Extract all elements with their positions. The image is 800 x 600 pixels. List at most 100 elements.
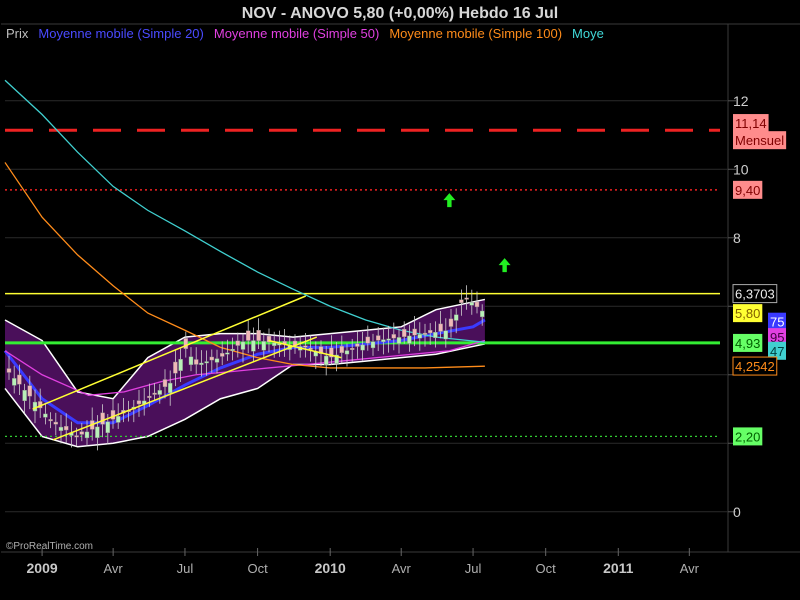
x-tick-label: 2009 [27, 560, 58, 576]
x-tick-label: Avr [680, 561, 700, 576]
candle-body [22, 390, 27, 402]
candle-body [474, 301, 480, 308]
candle-body [454, 314, 459, 321]
candle-body [105, 421, 111, 433]
candle-body [245, 330, 251, 341]
price-label-text: Mensuel [735, 133, 784, 148]
candle-body [428, 330, 433, 334]
candle-body [183, 338, 189, 349]
candle-body [58, 426, 64, 431]
candle-body [360, 344, 365, 351]
legend-item: Moye [572, 26, 604, 41]
price-label-text: 47 [770, 344, 784, 359]
y-tick-label: 8 [733, 230, 741, 246]
candle-body [308, 347, 313, 350]
legend-item: Prix [6, 26, 29, 41]
price-label-text: 4,2542 [735, 359, 775, 374]
candle-body [53, 421, 58, 425]
chart-svg: NOV - ANOVO 5,80 (+0,00%) Hebdo 16 Jul P… [0, 0, 800, 600]
candle-body [219, 353, 225, 357]
candle-body [230, 348, 235, 351]
candle-body [381, 339, 386, 343]
candle-body [339, 346, 344, 353]
x-tick-label: Avr [104, 561, 124, 576]
price-label-text: 9,40 [735, 183, 760, 198]
candle-body [100, 412, 105, 425]
candle-body [272, 342, 277, 346]
price-label-text: 6,3703 [735, 287, 775, 302]
candle-body [303, 345, 308, 348]
candle-body [417, 334, 422, 339]
candle-body [261, 341, 266, 351]
candle-body [370, 341, 376, 349]
candle-body [173, 361, 178, 374]
candle-body [433, 332, 438, 339]
candle-body [162, 379, 168, 387]
candle-body [48, 419, 53, 422]
candle-body [136, 400, 142, 405]
candle-body [74, 435, 79, 438]
candle-body [95, 426, 100, 438]
candle-body [355, 343, 360, 347]
candle-body [79, 431, 85, 435]
candle-body [157, 390, 163, 395]
candle-body [365, 336, 370, 344]
legend-item: Moyenne mobile (Simple 100) [389, 26, 562, 41]
x-tick-label: 2010 [315, 560, 346, 576]
candle-body [240, 341, 246, 350]
candle-body [438, 323, 443, 332]
candle-body [43, 413, 48, 418]
candle-body [386, 338, 391, 341]
x-tick-label: Oct [247, 561, 268, 576]
candle-body [110, 410, 116, 420]
candle-body [27, 385, 32, 397]
candle-body [396, 337, 402, 344]
candle-body [443, 330, 448, 340]
credit-text: ©ProRealTime.com [6, 541, 93, 552]
candle-body [188, 356, 194, 365]
price-label-text: 75 [770, 315, 784, 330]
candle-body [402, 328, 407, 337]
candle-body [391, 334, 396, 339]
candle-body [448, 318, 454, 327]
candle-body [422, 332, 428, 335]
candle-body [251, 340, 256, 352]
candle-body [376, 335, 381, 341]
chart-stage: NOV - ANOVO 5,80 (+0,00%) Hebdo 16 Jul P… [0, 0, 800, 600]
y-tick-label: 10 [733, 161, 749, 177]
candle-body [407, 335, 412, 344]
candle-body [167, 382, 173, 394]
candle-body [11, 378, 17, 386]
candle-body [147, 395, 152, 398]
candle-body [324, 355, 329, 366]
candle-body [344, 350, 350, 355]
x-tick-label: Avr [392, 561, 412, 576]
candle-body [204, 361, 209, 364]
candle-body [235, 340, 241, 346]
legend-item: Moyenne mobile (Simple 50) [214, 26, 379, 41]
candle-body [464, 297, 469, 300]
candle-body [256, 330, 261, 341]
price-label-text: 2,20 [735, 429, 760, 444]
x-tick-label: Jul [177, 561, 194, 576]
x-tick-label: Jul [465, 561, 482, 576]
candle-body [32, 401, 38, 412]
y-tick-label: 0 [733, 504, 741, 520]
candle-body [17, 374, 22, 385]
x-tick-label: Oct [536, 561, 557, 576]
legend-item: Moyenne mobile (Simple 20) [38, 26, 203, 41]
candle-body [459, 299, 464, 303]
candle-body [350, 347, 355, 350]
candle-body [178, 358, 183, 371]
candle-body [469, 302, 474, 306]
chart-background [0, 0, 800, 600]
candle-body [214, 358, 220, 363]
candle-body [199, 362, 204, 365]
candle-body [84, 431, 90, 439]
candle-body [6, 368, 12, 373]
chart-title: NOV - ANOVO 5,80 (+0,00%) Hebdo 16 Jul [242, 5, 558, 22]
x-tick-label: 2011 [603, 560, 634, 576]
price-label-text: 5,80 [735, 306, 760, 321]
legend: Prix Moyenne mobile (Simple 20) Moyenne mo… [6, 26, 604, 41]
candle-body [412, 328, 417, 336]
